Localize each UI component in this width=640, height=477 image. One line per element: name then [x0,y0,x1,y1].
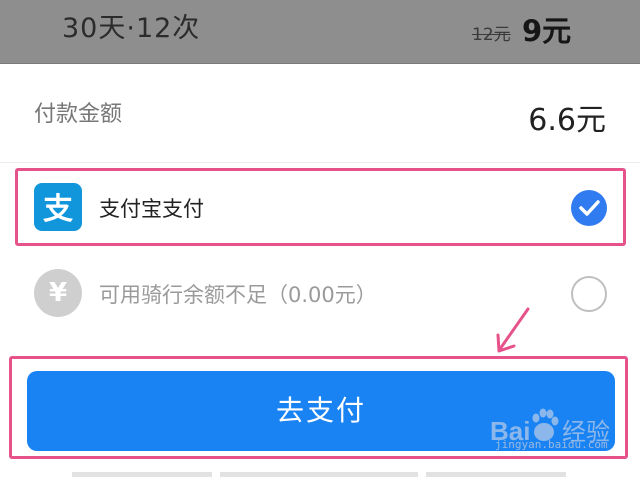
bottom-divider [426,472,566,477]
bottom-divider [220,472,418,477]
plan-title: 30天·12次 [62,13,201,44]
balance-option-label: 可用骑行余额不足（0.00元） [99,283,377,307]
highlight-box-alipay [15,168,626,246]
amount-label: 付款金额 [34,102,123,127]
bottom-divider [72,472,212,477]
plan-price: 9元 [522,14,572,48]
baidu-watermark-logo: Bai 经验 [490,408,610,446]
watermark-url: jingyan.baidu.com [495,438,608,451]
radio-unselected-icon[interactable] [571,276,607,312]
amount-value: 6.6元 [528,103,606,138]
original-price: 12元 [472,25,511,45]
arrow-annotation-icon [496,307,530,353]
yen-icon: ¥ [34,269,82,317]
